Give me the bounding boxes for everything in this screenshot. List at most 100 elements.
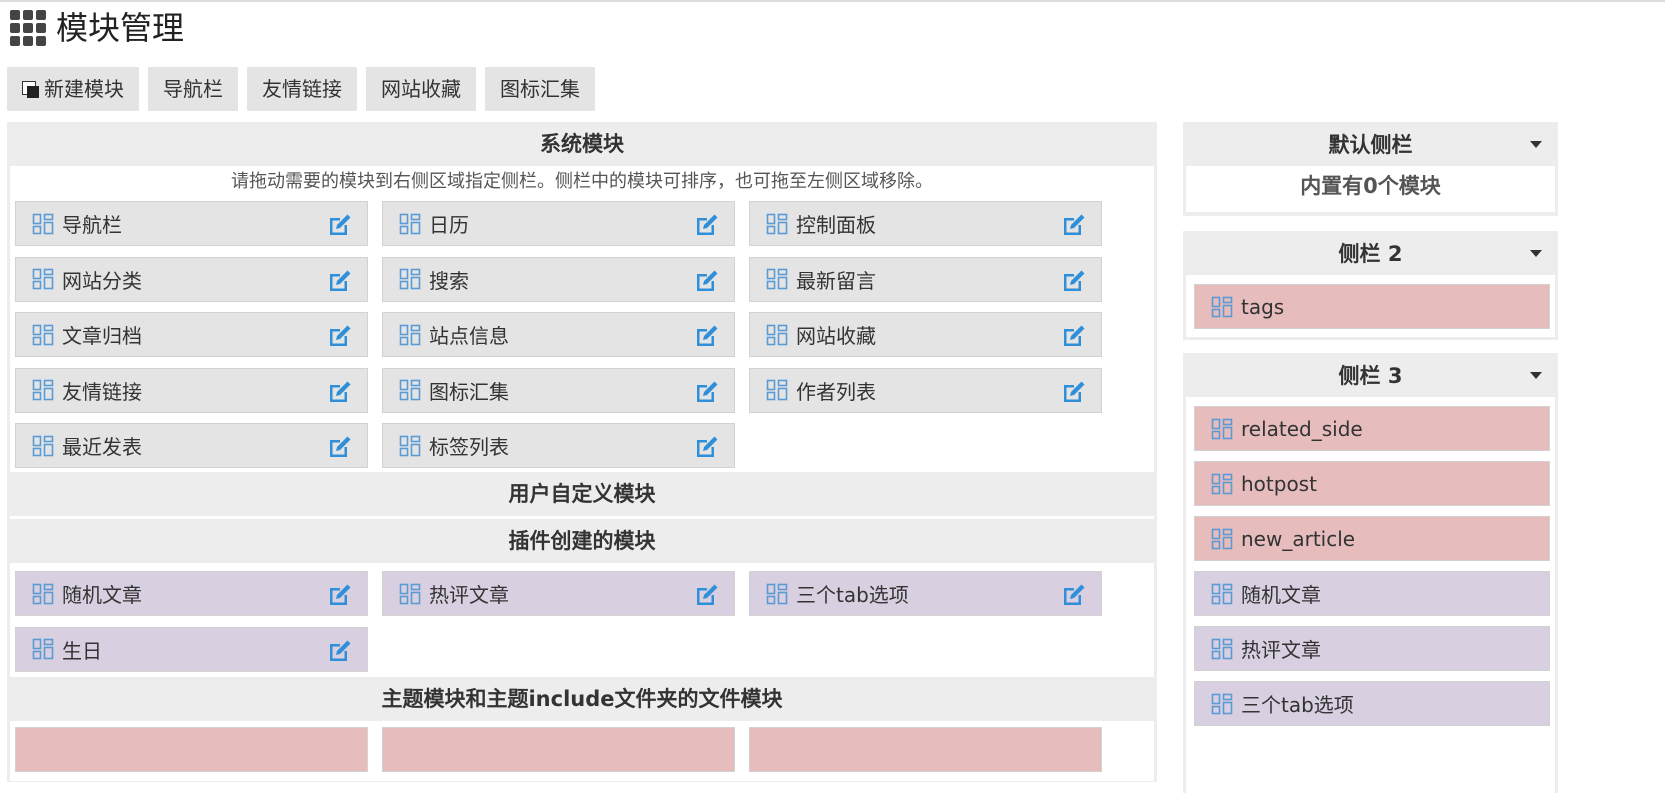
module-item[interactable]: 作者列表 [749,367,1102,413]
sidebar-empty-text: 内置有0个模块 [1300,174,1441,198]
module-item[interactable]: tags [1194,284,1550,329]
edit-icon[interactable] [327,434,353,460]
module-item[interactable]: hotpost [1194,461,1550,506]
module-item[interactable]: 友情链接 [15,367,368,413]
module-icon [1211,693,1233,714]
edit-icon[interactable] [327,638,353,664]
theme-modules-heading: 主题模块和主题include文件夹的文件模块 [7,677,1157,721]
module-label: 网站分类 [62,268,142,293]
module-icon [1211,583,1233,604]
module-label: new_article [1241,526,1356,551]
module-label: 最新留言 [796,268,876,293]
edit-icon[interactable] [327,582,353,608]
module-item[interactable]: related_side [1194,406,1550,451]
module-library-panel: 系统模块 请拖动需要的模块到右侧区域指定侧栏。侧栏中的模块可排序，也可拖至左侧区… [7,122,1157,782]
sidebar-2-dropzone[interactable]: tags [1186,275,1555,337]
edit-icon[interactable] [327,379,353,405]
edit-icon[interactable] [694,434,720,460]
edit-icon[interactable] [327,212,353,238]
edit-icon[interactable] [694,268,720,294]
module-icon [399,435,421,456]
edit-icon[interactable] [694,582,720,608]
new-module-label: 新建模块 [44,77,124,101]
sidebar-2-header[interactable]: 侧栏 2 [1183,231,1558,275]
module-item[interactable]: 生日 [15,626,368,672]
module-label: 最近发表 [62,435,142,459]
tab-favorites[interactable]: 网站收藏 [366,67,476,111]
module-label: 网站收藏 [796,324,876,348]
module-item[interactable]: 网站收藏 [749,312,1102,357]
module-icon [32,213,54,234]
module-item[interactable]: 随机文章 [15,571,368,616]
module-label: 热评文章 [429,583,509,607]
module-item[interactable]: 文章归档 [15,312,368,357]
module-label: 三个tab选项 [796,583,909,607]
custom-modules-heading: 用户自定义模块 [7,472,1157,516]
module-item[interactable]: 热评文章 [382,571,735,616]
edit-icon[interactable] [1061,212,1087,238]
sidebar-default-dropzone[interactable]: 内置有0个模块 [1186,166,1555,212]
module-item[interactable]: 标签列表 [382,423,735,468]
module-label: 随机文章 [1241,583,1321,607]
edit-icon[interactable] [694,379,720,405]
module-label: tags [1241,294,1285,319]
edit-icon[interactable] [327,323,353,349]
module-item[interactable]: 三个tab选项 [749,571,1102,616]
module-item[interactable]: 图标汇集 [382,367,735,413]
module-label: 友情链接 [62,379,142,404]
apps-grid-icon [10,10,46,46]
sidebar-2-title: 侧栏 2 [1338,242,1403,266]
module-item[interactable]: 搜索 [382,256,735,302]
theme-module-item[interactable] [382,727,735,772]
top-border [0,0,1665,2]
tab-icons[interactable]: 图标汇集 [485,67,595,111]
module-icon [1211,296,1233,317]
module-item[interactable]: 最新留言 [749,256,1102,302]
module-item[interactable]: 三个tab选项 [1194,681,1550,726]
module-item[interactable]: 导航栏 [15,201,368,246]
module-icon [32,583,54,604]
edit-icon[interactable] [1061,268,1087,294]
edit-icon[interactable] [327,268,353,294]
page-header: 模块管理 [10,6,184,50]
page-title: 模块管理 [56,9,185,47]
module-label: 日历 [429,213,469,237]
caret-down-icon[interactable] [1530,372,1542,379]
sidebar-3-header[interactable]: 侧栏 3 [1183,353,1558,397]
module-item[interactable]: 随机文章 [1194,571,1550,616]
sidebar-3-dropzone[interactable]: related_sidehotpost new_article 随机文章热评文章三个… [1186,397,1555,797]
tab-friendlinks[interactable]: 友情链接 [247,67,357,111]
theme-module-item[interactable] [15,727,368,772]
module-label: 站点信息 [429,324,509,348]
edit-icon[interactable] [1061,323,1087,349]
module-label: 图标汇集 [429,379,509,404]
module-item[interactable]: 站点信息 [382,312,735,357]
module-icon [32,379,54,401]
module-item[interactable]: 最近发表 [15,423,368,468]
module-item[interactable]: new_article [1194,516,1550,561]
theme-module-item[interactable] [749,727,1102,772]
module-label: 随机文章 [62,583,142,607]
edit-icon[interactable] [1061,379,1087,405]
edit-icon[interactable] [694,323,720,349]
sidebar-3: 侧栏 3 related_sidehotpost new_article 随机文章热… [1183,353,1558,797]
sidebar-default-header[interactable]: 默认侧栏 [1183,122,1558,166]
module-icon [32,324,54,345]
module-item[interactable]: 热评文章 [1194,626,1550,671]
edit-icon[interactable] [1061,582,1087,608]
caret-down-icon[interactable] [1530,250,1542,257]
plugin-modules-heading: 插件创建的模块 [7,519,1157,563]
module-item[interactable]: 网站分类 [15,256,368,302]
module-item[interactable]: 日历 [382,201,735,246]
tab-navbar[interactable]: 导航栏 [148,67,238,111]
module-item[interactable]: 控制面板 [749,201,1102,246]
module-icon [399,268,421,290]
module-label: 作者列表 [796,379,876,404]
edit-icon[interactable] [694,212,720,238]
toolbar-tabs: 新建模块 导航栏 友情链接 网站收藏 图标汇集 [7,67,604,111]
module-label: 三个tab选项 [1241,693,1354,717]
module-icon [32,638,54,660]
module-icon [399,324,421,345]
new-module-button[interactable]: 新建模块 [7,67,139,111]
caret-down-icon[interactable] [1530,141,1542,148]
